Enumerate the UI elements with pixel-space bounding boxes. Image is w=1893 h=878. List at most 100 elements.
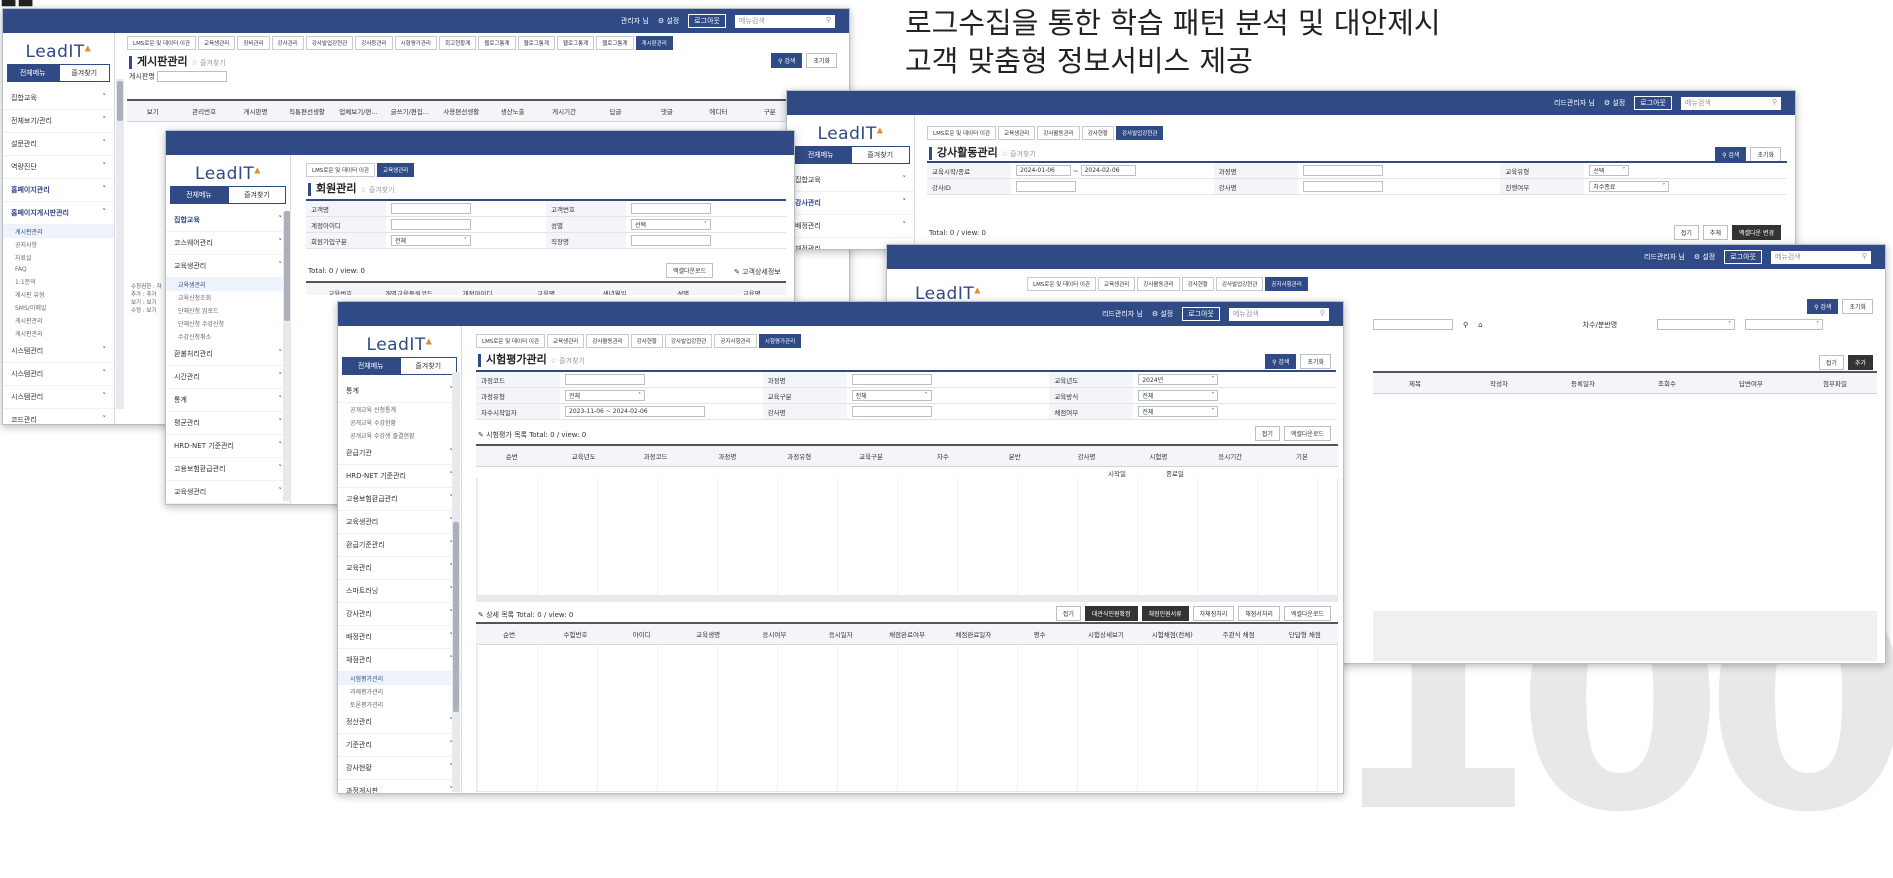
sidebar-item[interactable]: 교육신청조회	[166, 291, 290, 304]
sidebar-item[interactable]: 역량진단 ˅	[3, 156, 114, 179]
sidebar-item[interactable]: 채점관리˅	[338, 649, 461, 672]
sidebar-item[interactable]: 과정게시판˅	[338, 780, 461, 793]
tab-all-menu[interactable]: 전체메뉴	[791, 146, 851, 164]
tab-item[interactable]: 시험평가관리	[394, 36, 437, 50]
tab-item[interactable]: 웹로그통계	[517, 36, 555, 50]
tab-item[interactable]: LMS로운 및 데이터 이관	[476, 334, 546, 348]
sidebar-item[interactable]: 시스템관리 ˅	[3, 386, 114, 409]
detail-action-button[interactable]: 접기	[1055, 606, 1081, 621]
sidebar-item[interactable]: 공개교육 신청통계	[338, 403, 461, 416]
sidebar-item[interactable]: SMS/이메일	[3, 301, 114, 314]
tab-all-menu[interactable]: 전체메뉴	[170, 186, 228, 204]
sidebar-item[interactable]: 토론평가관리	[338, 698, 461, 711]
reset-button[interactable]: 초기화	[1750, 147, 1781, 162]
course-name-input[interactable]	[1302, 165, 1383, 176]
sidebar-item[interactable]: 교육관리˅	[338, 557, 461, 580]
progress-select[interactable]: 차수종료 ˅	[1589, 181, 1670, 192]
sidebar-item[interactable]: 환급기준관리˅	[338, 534, 461, 557]
fold-button[interactable]: 접기	[1254, 426, 1280, 441]
detail-action-button[interactable]: 채점서처리	[1238, 606, 1280, 621]
tab-item[interactable]: 게시판관리	[635, 36, 673, 50]
reset-button[interactable]: 초기화	[1842, 299, 1873, 314]
excel-download-button[interactable]: 엑셀다운로드	[666, 263, 714, 278]
sidebar-item[interactable]: 홈페이지게시판관리 ˅	[3, 202, 114, 225]
sidebar-item[interactable]: 시스템관리 ˅	[3, 363, 114, 386]
exam-list-hscroll[interactable]	[476, 596, 1338, 602]
search-button[interactable]: ⚲ 검색	[1715, 147, 1747, 162]
sidebar-item[interactable]: 강사관리˅	[338, 603, 461, 626]
sidebar-item[interactable]: 집합교육 ˅	[166, 209, 290, 232]
sidebar-item[interactable]: 시험평가관리	[338, 672, 461, 685]
board-name-input[interactable]	[157, 71, 227, 82]
settings-link[interactable]: ⚙ 설정	[1152, 309, 1173, 319]
sidebar-item[interactable]: HRD-NET 기준관리˅	[338, 465, 461, 488]
sidebar-item[interactable]: 게시판관리	[3, 225, 114, 238]
tab-item[interactable]: 강사활동관리	[1037, 126, 1080, 140]
tab-item[interactable]: 장비관리	[237, 36, 270, 50]
excel-change-button[interactable]: 엑셀다운 변경	[1731, 225, 1781, 240]
date-to-input[interactable]: 2024-02-06	[1080, 165, 1136, 176]
customer-name-input[interactable]	[391, 203, 471, 214]
sidebar-item[interactable]: 강사관리˅	[787, 192, 914, 215]
sidebar-item[interactable]: 코드관리 ˅	[3, 409, 114, 424]
sidebar-item[interactable]: 평균관리 ˅	[166, 412, 290, 435]
tab-favorites[interactable]: 즐겨찾기	[399, 357, 457, 375]
sidebar-item[interactable]: 1:1문의	[3, 275, 114, 288]
sidebar-item[interactable]: 환불처리관리 ˅	[166, 343, 290, 366]
tab-item[interactable]: 강사발업강현관	[1115, 126, 1164, 140]
sidebar-item[interactable]: 과제평가관리	[338, 685, 461, 698]
sidebar-item[interactable]: 교육생관리˅	[338, 511, 461, 534]
tab-item[interactable]: LMS로운 및 데이터 이관	[127, 36, 197, 50]
sidebar-item[interactable]: 전체보기/관리 ˅	[3, 110, 114, 133]
detail-action-button[interactable]: 엑셀다운로드	[1283, 606, 1331, 621]
logout-button[interactable]: 로그아웃	[1182, 307, 1220, 321]
filter-input[interactable]	[1373, 319, 1453, 330]
tab-item[interactable]: 강사발업강현관	[305, 36, 354, 50]
sidebar-item[interactable]: 코스웨어관리 ˅	[166, 232, 290, 255]
company-input[interactable]	[631, 235, 711, 246]
sidebar-item[interactable]: HRD-NET 기준관리˅	[166, 435, 290, 458]
search-button[interactable]: ⚲ 검색	[1265, 354, 1297, 369]
sidebar-scrollbar[interactable]	[283, 211, 291, 501]
detail-action-button[interactable]: 채점인원서류	[1141, 606, 1189, 621]
signup-type-select[interactable]: 전체 ˅	[391, 235, 471, 246]
tab-item[interactable]: LMS로운 및 데이터 이관	[1027, 277, 1097, 291]
sidebar-item[interactable]: FAQ	[3, 264, 114, 275]
sidebar-item[interactable]: 게시판관리	[3, 327, 114, 340]
sidebar-item[interactable]: 환급기관˅	[338, 442, 461, 465]
sidebar-item[interactable]: 시간관리 ˅	[166, 366, 290, 389]
sidebar-item[interactable]: 강사현황˅	[338, 757, 461, 780]
logout-button[interactable]: 로그아웃	[1634, 96, 1672, 110]
tab-item[interactable]: 웹로그통계	[596, 36, 634, 50]
sidebar-item[interactable]: 수강신청취소	[166, 330, 290, 343]
add-button[interactable]: 추가	[1847, 355, 1873, 370]
search-icon[interactable]: ⚲	[1463, 321, 1468, 329]
reset-button[interactable]: 초기화	[1300, 354, 1331, 369]
tab-item[interactable]: 강사현황	[1181, 277, 1214, 291]
sidebar-item[interactable]: 고용보험환급관리˅	[338, 488, 461, 511]
sidebar-item[interactable]: 자료실	[3, 251, 114, 264]
tab-all-menu[interactable]: 전체메뉴	[342, 357, 400, 375]
sidebar-scrollbar[interactable]	[116, 79, 124, 409]
sidebar-item[interactable]: 집합교육 ˅	[787, 169, 914, 192]
sidebar-item[interactable]: 통계˅	[338, 380, 461, 403]
settings-link[interactable]: ⚙ 설정	[1604, 98, 1625, 108]
tab-item[interactable]: 강사현황	[630, 334, 663, 348]
sidebar-item[interactable]: 설문관리 ˅	[3, 133, 114, 156]
logout-button[interactable]: 로그아웃	[1724, 250, 1762, 264]
detail-action-button[interactable]: 대관식인원확정	[1084, 606, 1138, 621]
tab-item[interactable]: 웹로그통계	[556, 36, 595, 50]
date-from-input[interactable]: 2024-01-06	[1016, 165, 1071, 176]
tab-item[interactable]: 강사활동관리	[1137, 277, 1180, 291]
search-button[interactable]: ⚲ 검색	[1807, 299, 1839, 314]
detail-action-button[interactable]: 자체점처리	[1192, 606, 1235, 621]
form-select[interactable]: 전체 ˅	[565, 390, 645, 401]
tab-item[interactable]: 강사발업강현관	[1215, 277, 1264, 291]
menu-search-input[interactable]: 메뉴검색 ⚲	[1771, 250, 1871, 264]
home-icon[interactable]: ⌂	[1478, 321, 1482, 329]
tab-item[interactable]: 교육생관리	[377, 163, 415, 177]
customer-no-input[interactable]	[631, 203, 711, 214]
sidebar-item[interactable]: 기준관리˅	[338, 734, 461, 757]
menu-search-input[interactable]: 메뉴검색 ⚲	[1229, 307, 1329, 321]
instructor-name-input[interactable]	[1302, 181, 1383, 192]
